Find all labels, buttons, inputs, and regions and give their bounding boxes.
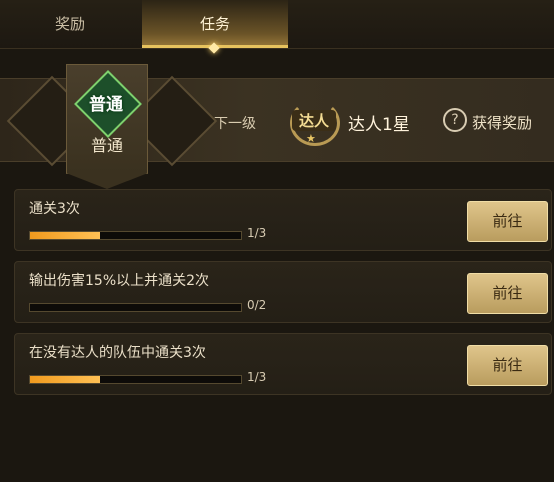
star-icon: ★ (306, 132, 316, 145)
task-title: 在没有达人的队伍中通关3次 (29, 345, 206, 361)
go-button[interactable]: 前往 (467, 273, 548, 314)
task-card: 输出伤害15%以上并通关2次 0/2 前往 (14, 261, 552, 323)
current-rank-emblem-icon: 普通 (74, 70, 142, 138)
task-progress-bar (29, 375, 242, 384)
task-progress-text: 1/3 (247, 370, 267, 384)
task-progress-bar (29, 231, 242, 240)
task-progress-fill (30, 376, 101, 383)
task-progress-text: 0/2 (247, 298, 267, 312)
task-title: 通关3次 (29, 201, 80, 217)
current-rank-badge-text: 普通 (89, 95, 123, 115)
get-rewards-link[interactable]: 获得奖励 (472, 112, 532, 133)
current-rank-name: 普通 (90, 136, 123, 155)
task-card: 通关3次 1/3 前往 (14, 189, 552, 251)
next-rank-laurel-icon: 达人 ★ (286, 98, 340, 146)
tab-bar: 奖励 任务 (0, 0, 554, 54)
next-rank-badge-text: 达人 (292, 110, 336, 131)
go-button[interactable]: 前往 (467, 345, 548, 386)
task-title: 输出伤害15%以上并通关2次 (29, 273, 210, 289)
task-progress-bar (29, 303, 242, 312)
tab-rewards[interactable]: 奖励 (0, 0, 140, 48)
task-card: 在没有达人的队伍中通关3次 1/3 前往 (14, 333, 552, 395)
task-progress-fill (30, 232, 101, 239)
go-button[interactable]: 前往 (467, 201, 548, 242)
task-progress-text: 1/3 (247, 226, 267, 240)
next-level-label: 下一级 (214, 116, 256, 132)
question-icon[interactable]: ? (443, 108, 467, 132)
next-rank-name: 达人1星 (348, 115, 410, 135)
tab-tasks-label: 任务 (199, 15, 230, 33)
tab-tasks[interactable]: 任务 (142, 0, 288, 54)
